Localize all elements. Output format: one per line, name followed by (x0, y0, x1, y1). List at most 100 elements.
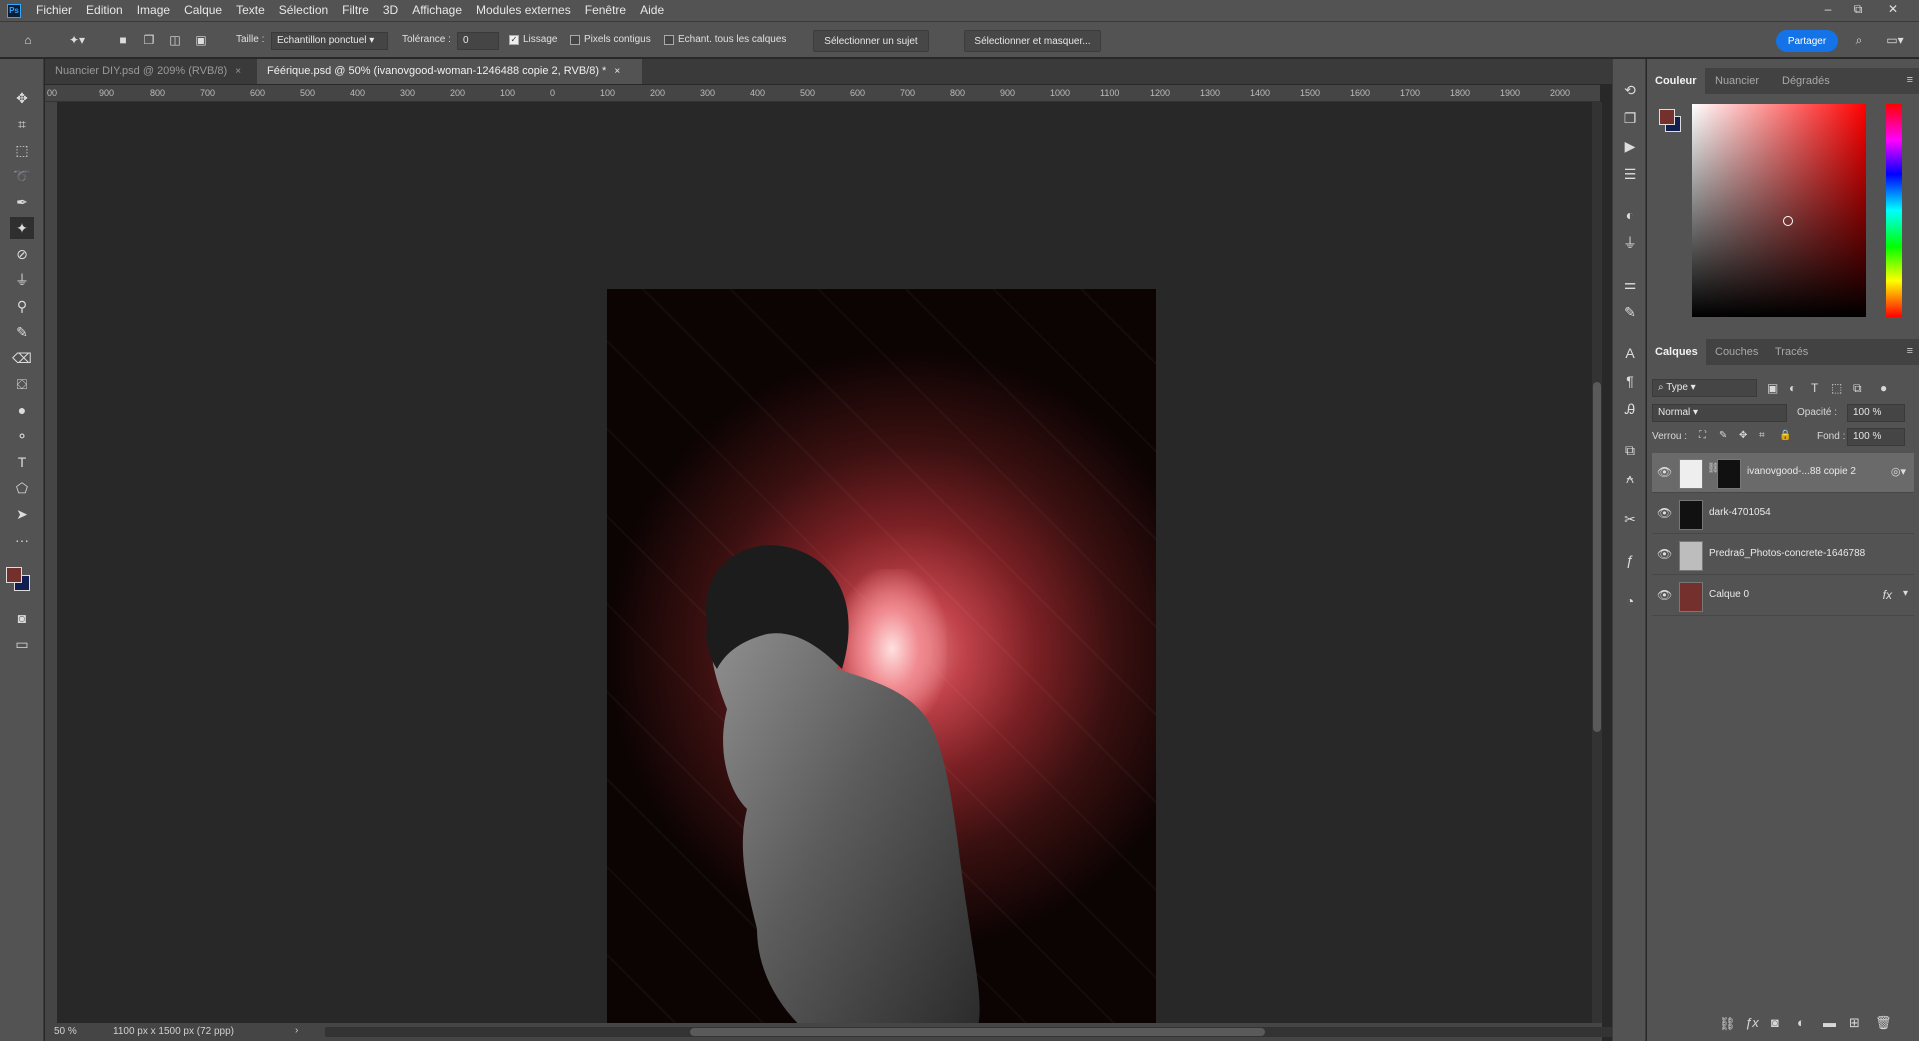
quick-mask-icon[interactable]: ◙ (10, 607, 34, 629)
eraser-tool-icon[interactable]: ⌫ (10, 347, 34, 369)
menu-affichage[interactable]: Affichage (405, 0, 469, 21)
tab-couleur[interactable]: Couleur (1647, 68, 1705, 94)
status-arrow-icon[interactable]: › (295, 1025, 298, 1036)
link-layers-icon[interactable]: ⛓ (1719, 1016, 1736, 1032)
vertical-scrollbar[interactable] (1592, 102, 1602, 1023)
filter-adjust-icon[interactable]: ◐ (1789, 381, 1796, 395)
properties-icon[interactable]: ⚌ (1619, 273, 1641, 295)
layer-name[interactable]: dark-4701054 (1709, 507, 1771, 518)
history-icon[interactable]: ⟲ (1619, 79, 1641, 101)
adjustments-icon[interactable]: ☰ (1619, 163, 1641, 185)
path-selection-tool-icon[interactable]: ➤ (10, 503, 34, 525)
new-layer-icon[interactable]: ⊞ (1849, 1015, 1860, 1031)
new-group-icon[interactable]: ▬ (1823, 1015, 1836, 1030)
menu-fenetre[interactable]: Fenêtre (578, 0, 633, 21)
panel-foreground-swatch[interactable] (1659, 109, 1675, 125)
share-button[interactable]: Partager (1776, 30, 1838, 52)
canvas-area[interactable] (58, 102, 1592, 1041)
visibility-eye-icon[interactable]: 👁 (1657, 506, 1672, 520)
document-artwork[interactable] (607, 289, 1156, 1041)
fill-input[interactable]: 100 % (1847, 428, 1905, 446)
layer-mask-thumbnail[interactable] (1717, 459, 1741, 489)
brush-tool-icon[interactable]: ✎ (10, 321, 34, 343)
tolerance-input[interactable]: 0 (457, 32, 499, 50)
tab-calques[interactable]: Calques (1647, 339, 1706, 365)
menu-filtre[interactable]: Filtre (335, 0, 376, 21)
tab-degrades[interactable]: Dégradés (1774, 68, 1838, 94)
opacity-input[interactable]: 100 % (1847, 404, 1905, 422)
menu-texte[interactable]: Texte (229, 0, 272, 21)
select-subject-button[interactable]: Sélectionner un sujet (813, 30, 929, 52)
adjustment-layer-icon[interactable]: ◐ (1797, 1015, 1805, 1030)
menu-selection[interactable]: Sélection (272, 0, 335, 21)
vertical-scroll-thumb[interactable] (1593, 382, 1601, 732)
zoom-level[interactable]: 50 % (54, 1026, 77, 1037)
search-icon[interactable]: ⌕ (1849, 30, 1869, 50)
panel-menu-icon[interactable]: ≡ (1907, 74, 1913, 86)
add-style-icon[interactable]: ƒx (1745, 1015, 1759, 1030)
layer-row[interactable]: 👁 Predra6_Photos-concrete-1646788 (1652, 535, 1914, 575)
layer-row[interactable]: 👁 ⛓ ivanovgood-...88 copie 2 ◎▾ (1652, 453, 1914, 493)
expand-effects-icon[interactable]: ▾ (1903, 588, 1908, 599)
tab-nuancier-diy[interactable]: Nuancier DIY.psd @ 209% (RVB/8) × (45, 59, 256, 84)
taille-select[interactable]: Echantillon ponctuel ▾ (271, 32, 388, 50)
delete-layer-icon[interactable]: 🗑 (1875, 1015, 1892, 1031)
paths-icon[interactable]: ⧉ (1619, 439, 1641, 461)
blend-mode-select[interactable]: Normal ▾ (1652, 404, 1787, 422)
timeline-icon[interactable]: ◔ (1619, 590, 1641, 612)
new-selection-icon[interactable]: ■ (113, 30, 133, 50)
tab-feerique[interactable]: Féérique.psd @ 50% (ivanovgood-woman-124… (257, 59, 642, 84)
color-picker-field[interactable] (1692, 104, 1866, 317)
pen-tool-icon[interactable]: ✒ (10, 191, 34, 213)
panel-menu-icon[interactable]: ≡ (1907, 345, 1913, 357)
screen-mode-icon[interactable]: ▭ (10, 633, 34, 655)
lissage-checkbox[interactable]: ✓ (509, 35, 519, 45)
pixels-contigus-checkbox[interactable] (570, 35, 580, 45)
paint-bucket-tool-icon[interactable]: ⛋ (10, 373, 34, 395)
select-and-mask-button[interactable]: Sélectionner et masquer... (964, 30, 1101, 52)
clone-source-icon[interactable]: ❐ (1619, 107, 1641, 129)
intersect-selection-icon[interactable]: ▣ (191, 30, 211, 50)
character-styles-icon[interactable]: ⍲ (1619, 467, 1641, 489)
healing-brush-tool-icon[interactable]: ⊘ (10, 243, 34, 265)
shape-tool-icon[interactable]: ⬠ (10, 477, 34, 499)
subtract-selection-icon[interactable]: ◫ (165, 30, 185, 50)
workspace-icon[interactable]: ▭▾ (1879, 30, 1911, 50)
close-tab-icon[interactable]: × (614, 66, 620, 77)
dodge-tool-icon[interactable]: ⚬ (10, 425, 34, 447)
foreground-color-swatch[interactable] (6, 567, 22, 583)
color-picker-ring[interactable] (1783, 216, 1793, 226)
paragraph-icon[interactable]: ¶ (1619, 370, 1641, 392)
add-mask-icon[interactable]: ◙ (1771, 1015, 1779, 1030)
menu-edition[interactable]: Edition (79, 0, 130, 21)
visibility-eye-icon[interactable]: 👁 (1657, 588, 1672, 602)
echant-tous-calques-checkbox[interactable] (664, 35, 674, 45)
home-icon[interactable]: ⌂ (18, 30, 38, 50)
character-icon[interactable]: A (1619, 342, 1641, 364)
filter-pixel-icon[interactable]: ▣ (1767, 381, 1778, 395)
tab-nuancier[interactable]: Nuancier (1707, 68, 1767, 94)
close-window-button[interactable]: ✕ (1878, 0, 1908, 18)
stamp-icon[interactable]: ⏚ (1619, 232, 1641, 254)
play-actions-icon[interactable]: ▶ (1619, 135, 1641, 157)
text-tool-icon[interactable]: T (10, 451, 34, 473)
horizontal-scrollbar[interactable] (325, 1027, 1625, 1037)
layer-name[interactable]: Predra6_Photos-concrete-1646788 (1709, 548, 1865, 559)
restore-button[interactable]: ⧉ (1843, 0, 1873, 18)
menu-calque[interactable]: Calque (177, 0, 229, 21)
layer-row[interactable]: 👁 Calque 0 fx ▾ (1652, 576, 1914, 616)
lock-all-icon[interactable]: 🔒 (1779, 430, 1791, 441)
lock-paint-icon[interactable]: ✎ (1719, 430, 1727, 441)
move-tool-icon[interactable]: ✥ (10, 87, 34, 109)
lock-transparent-icon[interactable]: ⛶ (1699, 430, 1706, 441)
fx-icon[interactable]: ƒ (1619, 549, 1641, 571)
layer-name[interactable]: Calque 0 (1709, 589, 1749, 600)
marquee-tool-icon[interactable]: ⬚ (10, 139, 34, 161)
visibility-eye-icon[interactable]: 👁 (1657, 465, 1672, 479)
menu-3d[interactable]: 3D (376, 0, 405, 21)
hue-slider[interactable] (1886, 104, 1902, 317)
menu-aide[interactable]: Aide (633, 0, 671, 21)
minimize-button[interactable]: – (1813, 0, 1843, 18)
menu-modules-externes[interactable]: Modules externes (469, 0, 578, 21)
tab-couches[interactable]: Couches (1707, 339, 1766, 365)
